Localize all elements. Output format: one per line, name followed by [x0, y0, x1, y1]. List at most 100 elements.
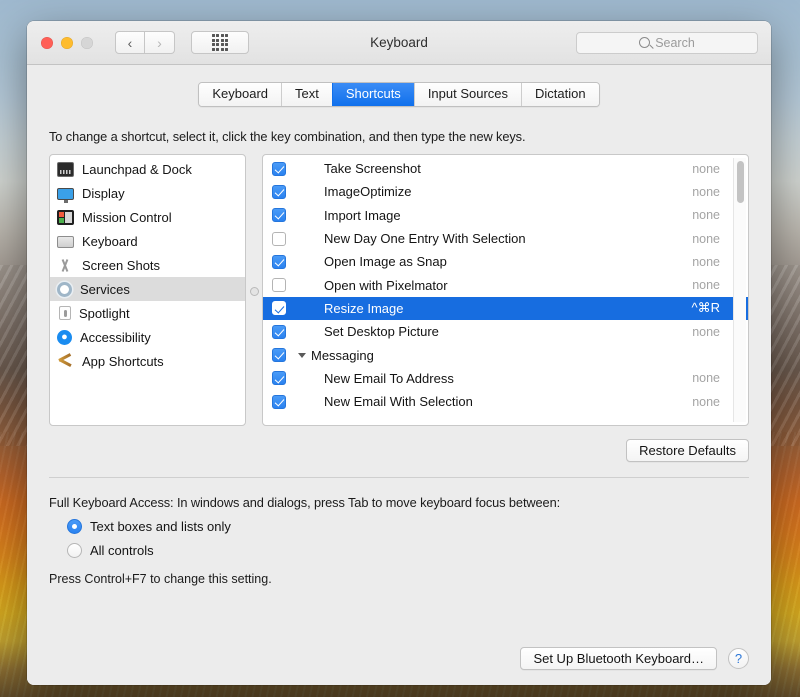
- group-label-wrap: Messaging: [298, 348, 374, 363]
- group-checkbox[interactable]: [272, 348, 286, 362]
- row-shortcut[interactable]: none: [692, 255, 720, 269]
- table-row[interactable]: New Email With Selection none: [263, 390, 748, 413]
- pane-splitter[interactable]: [246, 154, 262, 426]
- table-row[interactable]: New Day One Entry With Selection none: [263, 227, 748, 250]
- row-checkbox[interactable]: [272, 395, 286, 409]
- full-keyboard-access-label: Full Keyboard Access: In windows and dia…: [49, 495, 749, 510]
- tab-keyboard[interactable]: Keyboard: [199, 83, 281, 106]
- sidebar-item-screen-shots[interactable]: Screen Shots: [50, 253, 245, 277]
- table-row[interactable]: Open Image as Snap none: [263, 250, 748, 273]
- radio-label: Text boxes and lists only: [90, 519, 231, 534]
- tab-dictation[interactable]: Dictation: [521, 83, 599, 106]
- close-button[interactable]: [41, 37, 53, 49]
- tab-input-sources[interactable]: Input Sources: [414, 83, 521, 106]
- radio-all-controls[interactable]: All controls: [67, 543, 749, 558]
- display-icon: [57, 188, 74, 200]
- row-label: Import Image: [324, 208, 401, 223]
- shortcut-list[interactable]: Take Screenshot none ImageOptimize none …: [262, 154, 749, 426]
- table-row[interactable]: Import Image none: [263, 204, 748, 227]
- set-up-bluetooth-keyboard-button[interactable]: Set Up Bluetooth Keyboard…: [520, 647, 717, 670]
- row-label: New Email To Address: [324, 371, 454, 386]
- row-label: Take Screenshot: [324, 161, 421, 176]
- sidebar-item-label: Display: [82, 186, 125, 201]
- row-checkbox[interactable]: [272, 278, 286, 292]
- help-button[interactable]: ?: [728, 648, 749, 669]
- grid-icon: [212, 34, 229, 51]
- table-row[interactable]: Take Screenshot none: [263, 157, 748, 180]
- launchpad-dock-icon: [57, 162, 74, 177]
- row-shortcut[interactable]: none: [692, 371, 720, 385]
- row-checkbox[interactable]: [272, 301, 286, 315]
- row-label: Open with Pixelmator: [324, 278, 448, 293]
- list-scrollbar[interactable]: [733, 158, 746, 422]
- restore-defaults-button[interactable]: Restore Defaults: [626, 439, 749, 462]
- table-row[interactable]: ImageOptimize none: [263, 180, 748, 203]
- row-shortcut[interactable]: ^⌘R: [692, 300, 721, 316]
- sidebar-item-services[interactable]: Services: [50, 277, 245, 301]
- row-label: New Day One Entry With Selection: [324, 231, 526, 246]
- scrollbar-thumb[interactable]: [737, 161, 744, 203]
- sidebar-item-keyboard[interactable]: Keyboard: [50, 229, 245, 253]
- tab-text[interactable]: Text: [281, 83, 332, 106]
- row-checkbox[interactable]: [272, 325, 286, 339]
- row-label: ImageOptimize: [324, 184, 411, 199]
- table-group-row[interactable]: Messaging: [263, 343, 748, 366]
- radio-text-boxes-and-lists-only[interactable]: Text boxes and lists only: [67, 519, 749, 534]
- section-divider: [49, 477, 749, 478]
- tab-bar: Keyboard Text Shortcuts Input Sources Di…: [49, 65, 749, 107]
- traffic-lights: [41, 37, 93, 49]
- sidebar-item-spotlight[interactable]: Spotlight: [50, 301, 245, 325]
- row-checkbox[interactable]: [272, 255, 286, 269]
- app-shortcuts-icon: [57, 354, 74, 369]
- table-row[interactable]: New Email To Address none: [263, 367, 748, 390]
- nav-buttons: ‹ ›: [115, 31, 175, 54]
- sidebar-item-mission-control[interactable]: Mission Control: [50, 205, 245, 229]
- window-bottom-bar: Set Up Bluetooth Keyboard… ?: [27, 631, 771, 685]
- row-shortcut[interactable]: none: [692, 185, 720, 199]
- row-checkbox[interactable]: [272, 371, 286, 385]
- splitter-handle[interactable]: [250, 287, 259, 296]
- back-button[interactable]: ‹: [115, 31, 145, 54]
- radio-button[interactable]: [67, 519, 82, 534]
- forward-button[interactable]: ›: [145, 31, 175, 54]
- row-checkbox[interactable]: [272, 185, 286, 199]
- sidebar-item-label: Launchpad & Dock: [82, 162, 192, 177]
- sidebar-item-launchpad-dock[interactable]: Launchpad & Dock: [50, 157, 245, 181]
- row-shortcut[interactable]: none: [692, 395, 720, 409]
- services-gear-icon: [57, 282, 72, 297]
- row-checkbox[interactable]: [272, 208, 286, 222]
- search-icon: [639, 37, 650, 48]
- row-checkbox[interactable]: [272, 232, 286, 246]
- radio-button[interactable]: [67, 543, 82, 558]
- disclosure-triangle-icon[interactable]: [298, 353, 306, 358]
- keyboard-preferences-window: ‹ › Keyboard Search Keyboard Text Short: [27, 21, 771, 685]
- sidebar-item-display[interactable]: Display: [50, 181, 245, 205]
- sidebar-item-label: Spotlight: [79, 306, 130, 321]
- sidebar-item-label: Mission Control: [82, 210, 172, 225]
- sidebar-item-accessibility[interactable]: ● Accessibility: [50, 325, 245, 349]
- row-shortcut[interactable]: none: [692, 232, 720, 246]
- category-list[interactable]: Launchpad & Dock Display Mission Control…: [49, 154, 246, 426]
- row-label: Set Desktop Picture: [324, 324, 439, 339]
- keyboard-icon: [57, 236, 74, 248]
- restore-defaults-row: Restore Defaults: [49, 439, 749, 462]
- shortcut-panes: Launchpad & Dock Display Mission Control…: [49, 154, 749, 426]
- minimize-button[interactable]: [61, 37, 73, 49]
- row-shortcut[interactable]: none: [692, 325, 720, 339]
- search-placeholder: Search: [655, 36, 695, 50]
- row-label: New Email With Selection: [324, 394, 473, 409]
- row-shortcut[interactable]: none: [692, 278, 720, 292]
- row-shortcut[interactable]: none: [692, 162, 720, 176]
- radio-label: All controls: [90, 543, 154, 558]
- table-row[interactable]: Open with Pixelmator none: [263, 273, 748, 296]
- table-row-selected[interactable]: Resize Image ^⌘R: [263, 297, 748, 320]
- tab-shortcuts[interactable]: Shortcuts: [332, 83, 414, 106]
- table-row[interactable]: Set Desktop Picture none: [263, 320, 748, 343]
- row-shortcut[interactable]: none: [692, 208, 720, 222]
- search-field[interactable]: Search: [576, 32, 758, 54]
- sidebar-item-app-shortcuts[interactable]: App Shortcuts: [50, 349, 245, 373]
- row-checkbox[interactable]: [272, 162, 286, 176]
- zoom-button: [81, 37, 93, 49]
- spotlight-icon: [59, 306, 71, 320]
- show-all-preferences-button[interactable]: [191, 31, 249, 54]
